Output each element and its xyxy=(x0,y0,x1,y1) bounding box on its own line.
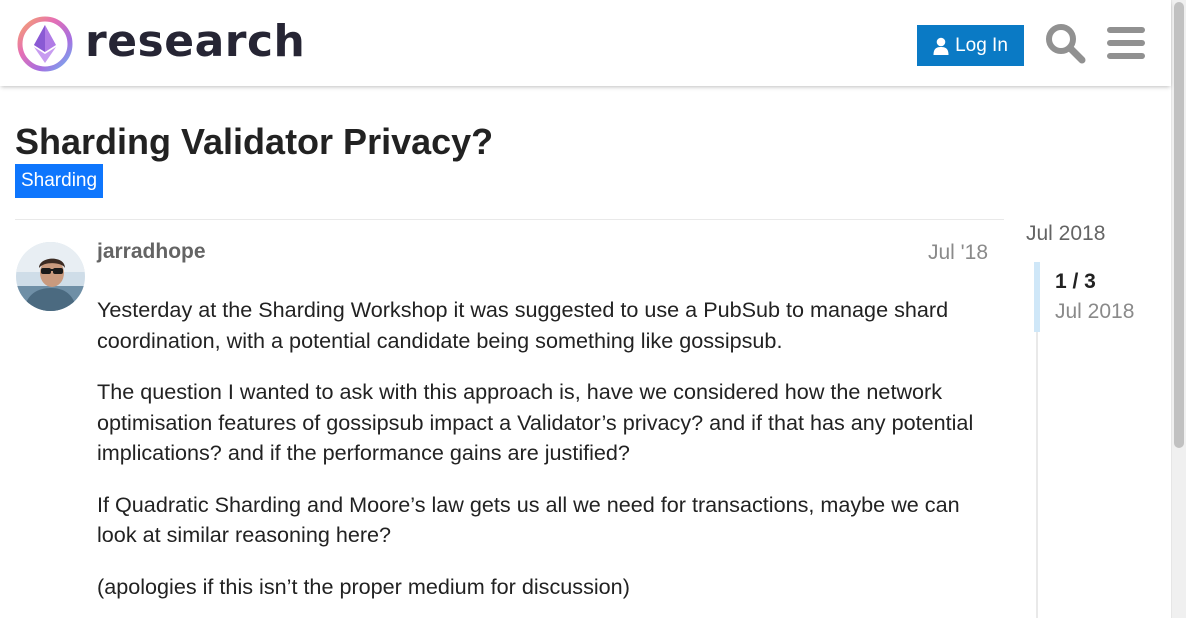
timeline-scroller-handle[interactable] xyxy=(1034,262,1040,332)
post-body: Yesterday at the Sharding Workshop it wa… xyxy=(97,295,997,623)
site-header: research Log In xyxy=(0,0,1171,86)
timeline-current-date: Jul 2018 xyxy=(1055,300,1135,323)
title-divider xyxy=(15,219,1004,220)
page-scrollbar-thumb[interactable] xyxy=(1174,2,1184,448)
hamburger-menu-icon[interactable] xyxy=(1107,26,1145,60)
user-icon xyxy=(933,37,949,55)
post-author-username[interactable]: jarradhope xyxy=(97,238,206,266)
search-icon[interactable] xyxy=(1044,22,1086,64)
post-paragraph: The question I wanted to ask with this a… xyxy=(97,379,974,465)
post-paragraph: If Quadratic Sharding and Moore’s law ge… xyxy=(97,491,960,548)
timeline-start-date[interactable]: Jul 2018 xyxy=(1026,220,1105,248)
post-paragraph: (apologies if this isn’t the proper medi… xyxy=(97,573,630,599)
post-date[interactable]: Jul '18 xyxy=(928,239,988,267)
site-logo-icon[interactable] xyxy=(16,15,74,73)
login-button[interactable]: Log In xyxy=(917,25,1024,66)
login-button-label: Log In xyxy=(955,34,1008,56)
category-badge[interactable]: Sharding xyxy=(15,164,104,198)
avatar-image xyxy=(16,242,85,311)
post-paragraph: Yesterday at the Sharding Workshop it wa… xyxy=(97,297,949,353)
timeline-position: 1 / 3 xyxy=(1055,270,1096,293)
avatar[interactable] xyxy=(16,242,85,311)
site-name[interactable]: research xyxy=(85,14,305,70)
topic-title[interactable]: Sharding Validator Privacy? xyxy=(15,119,493,165)
